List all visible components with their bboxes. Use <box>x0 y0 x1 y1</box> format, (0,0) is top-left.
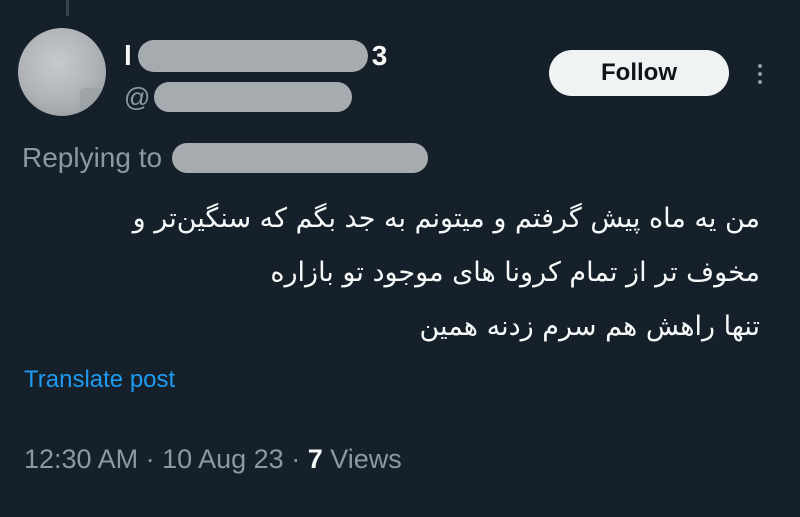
tweet-date[interactable]: 10 Aug 23 <box>162 444 284 475</box>
more-dot <box>758 72 762 76</box>
handle-prefix: @ <box>124 81 151 112</box>
replying-to-label: Replying to <box>22 142 163 173</box>
more-dot <box>758 64 762 68</box>
tweet-metadata: 12:30 AM · 10 Aug 23 · 7 Views <box>24 444 402 475</box>
tweet-text-line: تنها راهش هم سرم زدنه همین <box>419 311 761 342</box>
display-name-end: 3 <box>371 40 388 71</box>
tweet-time[interactable]: 12:30 AM <box>24 444 138 475</box>
redacted-handle <box>154 82 353 112</box>
meta-separator: · <box>283 444 308 474</box>
meta-separator: · <box>138 444 163 474</box>
tweet-text: من یه ماه پیش گرفتم و میتونم به جد بگم ک… <box>20 192 760 354</box>
avatar[interactable] <box>18 28 106 116</box>
redacted-reply-handle[interactable] <box>172 143 429 173</box>
author-handle[interactable]: @ <box>124 80 353 114</box>
thread-connector-line <box>66 0 69 16</box>
author-display-name[interactable]: l 3 <box>124 38 387 74</box>
translate-post-link[interactable]: Translate post <box>24 366 175 394</box>
more-options-icon[interactable] <box>750 56 770 92</box>
tweet-text-line: من یه ماه پیش گرفتم و میتونم به جد بگم ک… <box>132 203 760 234</box>
follow-button[interactable]: Follow <box>549 50 729 96</box>
avatar-blur <box>80 88 106 110</box>
display-name-start: l <box>124 40 132 71</box>
more-dot <box>758 80 762 84</box>
redacted-display-name <box>137 40 368 72</box>
views-label: Views <box>322 444 402 474</box>
tweet-text-line: مخوف تر از تمام کرونا های موجود تو بازار… <box>270 257 760 288</box>
replying-to: Replying to <box>22 140 429 176</box>
views-count: 7 <box>307 444 323 474</box>
